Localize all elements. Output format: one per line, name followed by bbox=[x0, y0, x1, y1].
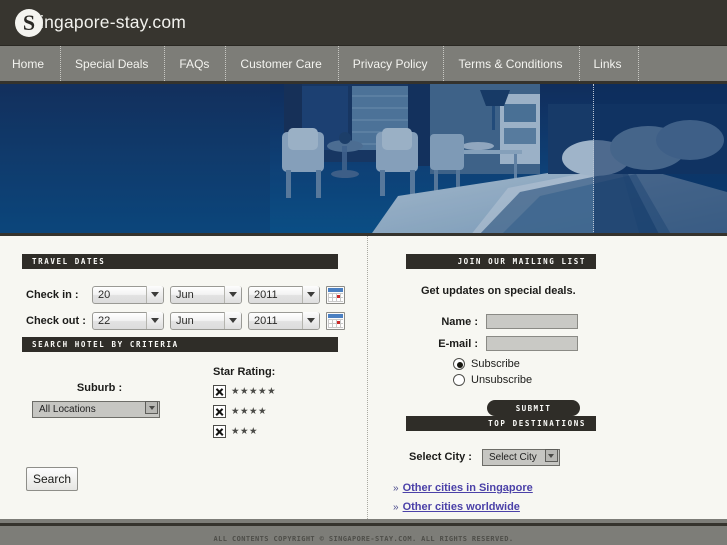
mailing-list-header: JOIN OUR MAILING LIST bbox=[406, 254, 596, 269]
nav-filler bbox=[639, 46, 727, 81]
stars-5-label: ★★★★★ bbox=[231, 386, 277, 397]
suburb-block: Suburb : All Locations bbox=[22, 366, 207, 445]
hero-banner bbox=[0, 84, 727, 236]
main-navigation: Home Special Deals FAQs Customer Care Pr… bbox=[0, 46, 727, 84]
radio-subscribe[interactable] bbox=[453, 358, 465, 370]
logo-circle-icon: S bbox=[15, 8, 43, 37]
checkin-day-select[interactable]: 20212223 bbox=[92, 286, 164, 304]
bullet-icon: » bbox=[393, 501, 399, 513]
nav-item-privacy-policy[interactable]: Privacy Policy bbox=[339, 46, 445, 81]
link-other-cities-worldwide[interactable]: Other cities worldwide bbox=[403, 501, 520, 513]
link-row-worldwide: » Other cities worldwide bbox=[393, 501, 727, 513]
checkout-label: Check out : bbox=[26, 314, 86, 327]
link-row-singapore: » Other cities in Singapore bbox=[393, 482, 727, 494]
suburb-select[interactable]: All Locations bbox=[32, 401, 160, 418]
mailing-subtitle: Get updates on special deals. bbox=[421, 285, 576, 297]
checkin-month-select[interactable]: JunJulAug bbox=[170, 286, 242, 304]
hero-divider-line bbox=[593, 84, 594, 233]
checkout-month-select[interactable]: JunJulAug bbox=[170, 312, 242, 330]
checkin-label: Check in : bbox=[26, 288, 79, 301]
email-field[interactable] bbox=[486, 336, 578, 351]
stars-3-label: ★★★ bbox=[231, 426, 259, 437]
checkbox-5-star-icon[interactable] bbox=[213, 385, 226, 398]
select-city-row: Select City : Select City bbox=[409, 447, 727, 466]
checkout-year-wrap: 20112012 bbox=[248, 311, 320, 330]
star-rating-row-5: ★★★★★ bbox=[213, 385, 276, 398]
top-destinations-header: TOP DESTINATIONS bbox=[406, 416, 596, 431]
subscribe-label: Subscribe bbox=[471, 358, 520, 370]
checkout-row: Check out : 20212223 JunJulAug 20112012 bbox=[22, 311, 367, 330]
search-button[interactable]: Search bbox=[26, 467, 78, 491]
site-footer: ALL CONTENTS COPYRIGHT © SINGAPORE-STAY.… bbox=[0, 523, 727, 545]
hero-image bbox=[0, 84, 727, 233]
site-header: S ingapore-stay.com bbox=[0, 0, 727, 46]
subscribe-row: Subscribe bbox=[453, 358, 727, 370]
star-rating-block: Star Rating: ★★★★★ ★★★★ ★★★ bbox=[207, 366, 276, 445]
site-logo[interactable]: S ingapore-stay.com bbox=[15, 8, 187, 37]
suburb-select-wrap: All Locations bbox=[32, 399, 160, 418]
nav-item-links[interactable]: Links bbox=[580, 46, 639, 81]
bullet-icon: » bbox=[393, 482, 399, 494]
checkin-day-wrap: 20212223 bbox=[92, 285, 164, 304]
nav-item-home[interactable]: Home bbox=[0, 46, 62, 81]
stars-4-label: ★★★★ bbox=[231, 406, 268, 417]
radio-unsubscribe[interactable] bbox=[453, 374, 465, 386]
checkbox-4-star-icon[interactable] bbox=[213, 405, 226, 418]
nav-item-faqs[interactable]: FAQs bbox=[165, 46, 227, 81]
checkout-month-wrap: JunJulAug bbox=[170, 311, 242, 330]
suburb-label: Suburb : bbox=[76, 382, 123, 394]
page-root: S ingapore-stay.com Home Special Deals F… bbox=[0, 0, 727, 545]
submit-button[interactable]: SUBMIT bbox=[487, 400, 580, 416]
nav-item-special-deals[interactable]: Special Deals bbox=[61, 46, 166, 81]
checkin-year-select[interactable]: 20112012 bbox=[248, 286, 320, 304]
email-label: E-mail : bbox=[438, 337, 478, 350]
copyright-text: ALL CONTENTS COPYRIGHT © SINGAPORE-STAY.… bbox=[213, 535, 514, 543]
checkout-day-wrap: 20212223 bbox=[92, 311, 164, 330]
link-other-cities-singapore[interactable]: Other cities in Singapore bbox=[403, 482, 533, 494]
unsubscribe-label: Unsubscribe bbox=[471, 374, 533, 386]
star-rating-label: Star Rating: bbox=[213, 366, 276, 378]
checkout-day-select[interactable]: 20212223 bbox=[92, 312, 164, 330]
name-row: Name : bbox=[387, 314, 727, 329]
star-rating-row-4: ★★★★ bbox=[213, 405, 276, 418]
checkout-calendar-icon[interactable] bbox=[326, 311, 345, 330]
logo-text: ingapore-stay.com bbox=[40, 12, 187, 32]
star-rating-row-3: ★★★ bbox=[213, 425, 276, 438]
select-city-label: Select City : bbox=[409, 450, 472, 463]
select-city-wrap: Select City bbox=[481, 447, 560, 466]
select-city-dropdown[interactable]: Select City bbox=[481, 449, 560, 466]
email-row: E-mail : bbox=[387, 336, 727, 351]
unsubscribe-row: Unsubscribe bbox=[453, 374, 727, 386]
checkin-calendar-icon[interactable] bbox=[326, 285, 345, 304]
criteria-body: Suburb : All Locations Star Rating: ★★★★… bbox=[22, 366, 367, 445]
checkin-row: Check in : 20212223 JunJulAug 20112012 bbox=[22, 285, 367, 304]
checkout-year-select[interactable]: 20112012 bbox=[248, 312, 320, 330]
name-field[interactable] bbox=[486, 314, 578, 329]
criteria-header: SEARCH HOTEL BY CRITERIA bbox=[22, 337, 338, 352]
travel-dates-header: TRAVEL DATES bbox=[22, 254, 338, 269]
name-label: Name : bbox=[441, 315, 478, 328]
sidebar-panel: JOIN OUR MAILING LIST Get updates on spe… bbox=[367, 248, 727, 519]
checkin-month-wrap: JunJulAug bbox=[170, 285, 242, 304]
search-panel: TRAVEL DATES Check in : 20212223 JunJulA… bbox=[0, 248, 367, 519]
checkin-year-wrap: 20112012 bbox=[248, 285, 320, 304]
nav-item-terms-conditions[interactable]: Terms & Conditions bbox=[444, 46, 580, 81]
main-content: TRAVEL DATES Check in : 20212223 JunJulA… bbox=[0, 236, 727, 519]
nav-item-customer-care[interactable]: Customer Care bbox=[226, 46, 339, 81]
checkbox-3-star-icon[interactable] bbox=[213, 425, 226, 438]
